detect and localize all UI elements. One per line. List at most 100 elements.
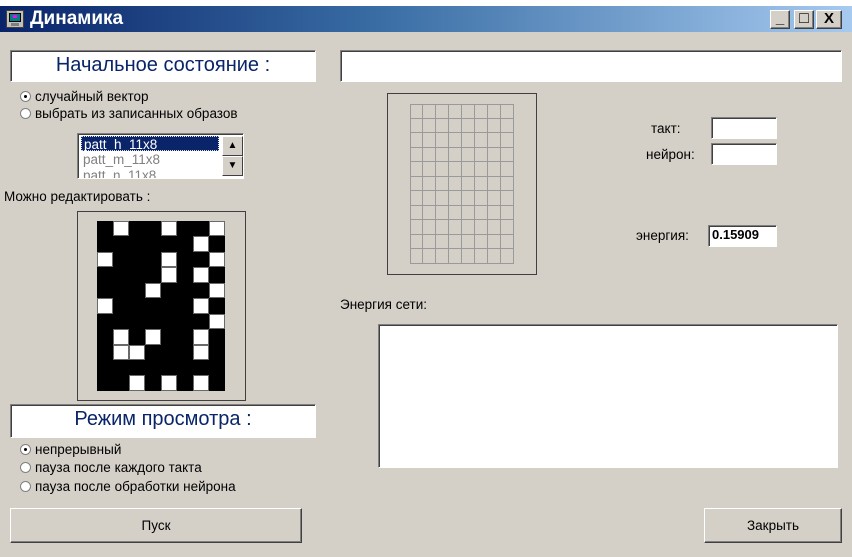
list-item[interactable]: patt_h_11x8 <box>81 136 219 152</box>
pattern-cell[interactable] <box>129 236 145 252</box>
pattern-cell[interactable] <box>161 329 177 345</box>
pattern-cell[interactable] <box>97 344 113 360</box>
scroll-up-button[interactable]: ▲ <box>222 136 243 156</box>
pattern-cell[interactable] <box>129 251 145 268</box>
list-item[interactable]: patt_n_11x8 <box>81 168 221 178</box>
pattern-cell[interactable] <box>193 221 209 237</box>
pattern-cell[interactable] <box>97 282 113 299</box>
pattern-cell[interactable] <box>145 375 161 391</box>
pattern-cell[interactable] <box>145 329 161 345</box>
pattern-cell[interactable] <box>193 313 209 330</box>
pattern-cell[interactable] <box>209 344 225 360</box>
pattern-cell[interactable] <box>177 267 193 283</box>
pattern-cell[interactable] <box>193 251 209 268</box>
pattern-cell[interactable] <box>129 344 145 360</box>
start-button[interactable]: Пуск <box>10 508 302 543</box>
maximize-button[interactable]: □ <box>794 10 814 29</box>
pattern-cell[interactable] <box>209 221 225 237</box>
pattern-cell[interactable] <box>129 359 145 376</box>
pattern-cell[interactable] <box>113 329 129 345</box>
pattern-cell[interactable] <box>145 267 161 283</box>
pattern-cell[interactable] <box>161 313 177 330</box>
list-item[interactable]: patt_m_11x8 <box>81 152 221 167</box>
pattern-cell[interactable] <box>193 344 209 360</box>
pattern-cell[interactable] <box>161 236 177 252</box>
pattern-cell[interactable] <box>177 313 193 330</box>
pattern-cell[interactable] <box>209 267 225 283</box>
pattern-cell[interactable] <box>113 267 129 283</box>
app-monitor-icon[interactable] <box>6 10 24 28</box>
pattern-cell[interactable] <box>161 375 177 391</box>
pattern-cell[interactable] <box>193 267 209 283</box>
radio-saved-patterns-circle[interactable] <box>20 108 31 119</box>
pattern-cell[interactable] <box>145 221 161 237</box>
pattern-cell[interactable] <box>145 236 161 252</box>
pattern-cell[interactable] <box>97 329 113 345</box>
pattern-cell[interactable] <box>209 236 225 252</box>
pattern-cell[interactable] <box>161 282 177 299</box>
radio-continuous-circle[interactable] <box>20 444 31 455</box>
pattern-cell[interactable] <box>129 298 145 314</box>
pattern-cell[interactable] <box>177 329 193 345</box>
pattern-cell[interactable] <box>129 313 145 330</box>
title-bar[interactable]: Динамика _ □ X <box>0 6 852 32</box>
minimize-button[interactable]: _ <box>770 10 790 29</box>
pattern-cell[interactable] <box>97 236 113 252</box>
pattern-cell[interactable] <box>209 375 225 391</box>
pattern-cell[interactable] <box>145 298 161 314</box>
pattern-cell[interactable] <box>161 344 177 360</box>
pattern-cell[interactable] <box>97 221 113 237</box>
patterns-listbox[interactable]: patt_h_11x8 patt_m_11x8 patt_n_11x8 ▲ ▼ <box>77 133 244 179</box>
pattern-cell[interactable] <box>177 375 193 391</box>
pattern-cell[interactable] <box>177 344 193 360</box>
pattern-cell[interactable] <box>113 359 129 376</box>
pattern-cell[interactable] <box>97 359 113 376</box>
radio-pause-each-neuron-circle[interactable] <box>20 481 31 492</box>
scroll-down-button[interactable]: ▼ <box>222 156 243 176</box>
pattern-cell[interactable] <box>193 282 209 299</box>
radio-pause-each-tact-circle[interactable] <box>20 462 31 473</box>
pattern-cell[interactable] <box>209 298 225 314</box>
pattern-cell[interactable] <box>209 251 225 268</box>
pattern-cell[interactable] <box>161 359 177 376</box>
radio-random-vector-circle[interactable] <box>20 91 31 102</box>
pattern-cell[interactable] <box>177 282 193 299</box>
pattern-cell[interactable] <box>145 344 161 360</box>
pattern-cell[interactable] <box>161 251 177 268</box>
pattern-cell[interactable] <box>113 236 129 252</box>
pattern-cell[interactable] <box>113 298 129 314</box>
pattern-cell[interactable] <box>129 329 145 345</box>
pattern-cell[interactable] <box>209 282 225 299</box>
pattern-cell[interactable] <box>177 251 193 268</box>
pattern-cell[interactable] <box>209 329 225 345</box>
pattern-cell[interactable] <box>177 359 193 376</box>
pattern-cell[interactable] <box>113 221 129 237</box>
pattern-cell[interactable] <box>161 298 177 314</box>
pattern-cell[interactable] <box>129 221 145 237</box>
pattern-grid[interactable] <box>97 221 225 391</box>
pattern-cell[interactable] <box>129 375 145 391</box>
close-window-button[interactable]: X <box>816 10 842 29</box>
pattern-cell[interactable] <box>209 359 225 376</box>
pattern-cell[interactable] <box>129 267 145 283</box>
pattern-cell[interactable] <box>129 282 145 299</box>
pattern-cell[interactable] <box>177 221 193 237</box>
radio-saved-patterns[interactable]: выбрать из записанных образов <box>20 107 310 121</box>
pattern-cell[interactable] <box>193 375 209 391</box>
pattern-cell[interactable] <box>97 267 113 283</box>
pattern-cell[interactable] <box>113 344 129 360</box>
pattern-cell[interactable] <box>145 251 161 268</box>
pattern-cell[interactable] <box>97 298 113 314</box>
pattern-cell[interactable] <box>113 251 129 268</box>
pattern-cell[interactable] <box>161 267 177 283</box>
pattern-cell[interactable] <box>193 298 209 314</box>
pattern-cell[interactable] <box>97 251 113 268</box>
pattern-cell[interactable] <box>113 313 129 330</box>
radio-pause-each-neuron[interactable]: пауза после обработки нейрона <box>20 480 310 494</box>
pattern-cell[interactable] <box>97 313 113 330</box>
pattern-cell[interactable] <box>177 236 193 252</box>
pattern-cell[interactable] <box>177 298 193 314</box>
pattern-cell[interactable] <box>145 313 161 330</box>
close-button[interactable]: Закрыть <box>704 508 842 543</box>
pattern-cell[interactable] <box>113 375 129 391</box>
